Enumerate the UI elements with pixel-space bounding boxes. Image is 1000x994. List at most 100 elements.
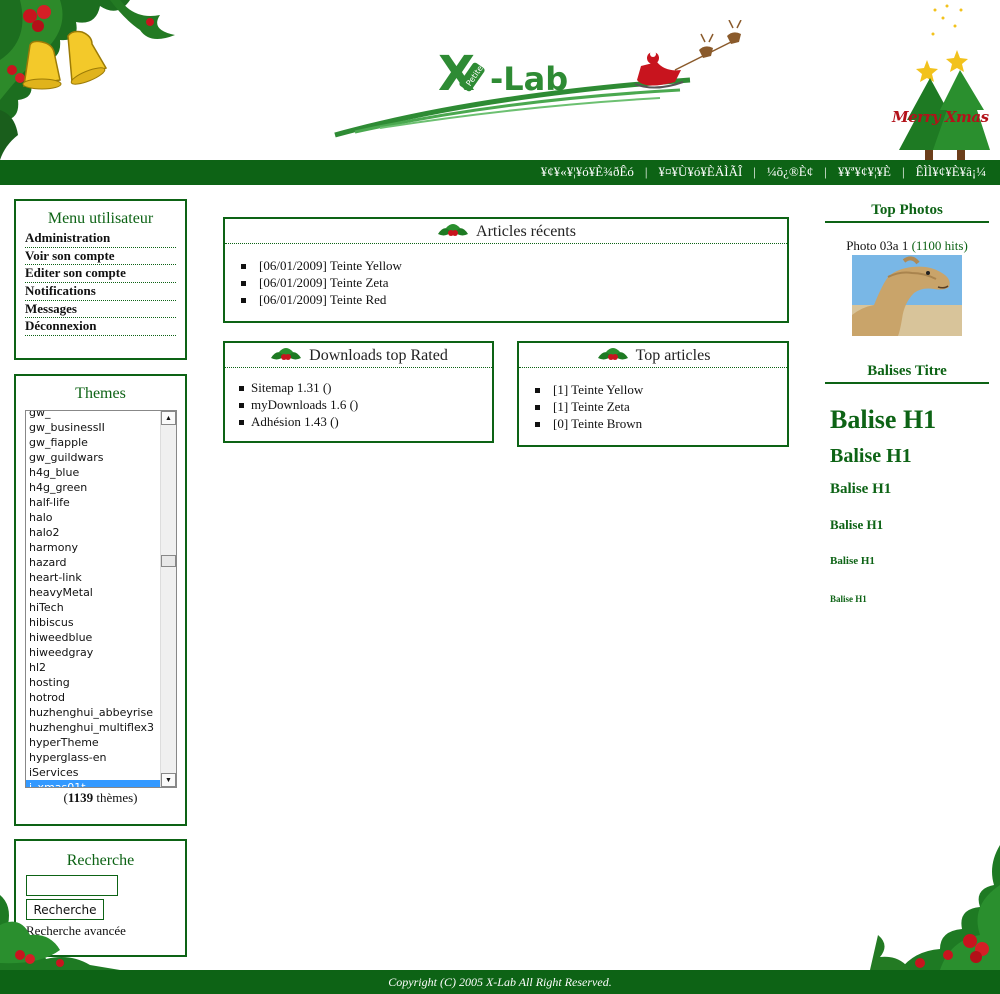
theme-option[interactable]: hibiscus [26, 615, 161, 630]
themes-title: Themes [75, 385, 126, 402]
downloads-top-title: Downloads top Rated [309, 346, 448, 364]
user-menu-block: Menu utilisateur Administration Voir son… [14, 199, 187, 360]
theme-option[interactable]: gw_ [26, 411, 161, 420]
theme-option[interactable]: hiweedgray [26, 645, 161, 660]
menu-item-label[interactable]: Notifications [25, 283, 96, 298]
topnav-item-account[interactable]: ¥¢¥«¥¦¥ó¥È¾ðÊó [541, 164, 634, 180]
svg-text:-Lab: -Lab [490, 60, 568, 98]
site-header: X Petite -Lab Merry Xmas [0, 0, 1000, 160]
top-articles-header: Top articles [519, 343, 787, 368]
downloads-top-list: Sitemap 1.31 () myDownloads 1.6 () Adhés… [237, 379, 492, 430]
theme-option[interactable]: gw_businessII [26, 420, 161, 435]
recent-articles-header: Articles récents [225, 219, 787, 244]
theme-listbox[interactable]: gw_ gw_businessII gw_fiapple gw_guildwars h4… [25, 410, 177, 788]
photo-hits: (1100 hits) [911, 238, 968, 253]
menu-item-edit-account[interactable]: Editer son compte [25, 265, 176, 284]
theme-option[interactable]: iServices [26, 765, 161, 780]
recent-articles-block: Articles récents [06/01/2009] Teinte Yel… [223, 217, 789, 323]
list-item[interactable]: [06/01/2009] Teinte Yellow [239, 257, 787, 274]
list-item[interactable]: [0] Teinte Brown [533, 415, 787, 432]
scroll-up-arrow-icon[interactable]: ▲ [161, 411, 176, 425]
theme-listbox-scrollbar[interactable]: ▲ ▼ [160, 411, 176, 787]
downloads-top-rated-block: Downloads top Rated Sitemap 1.31 () myDo… [223, 341, 494, 443]
top-articles-title: Top articles [635, 346, 711, 364]
menu-item-label[interactable]: Messages [25, 301, 77, 316]
top-nav-list: ¥¢¥«¥¦¥ó¥È¾ðÊó | ¥¤¥Ù¥ó¥ÈÄÌÃÎ | ¼õ¿®È¢ | ¥¥… [540, 164, 986, 180]
scroll-thumb[interactable] [161, 555, 176, 567]
theme-option[interactable]: harmony [26, 540, 161, 555]
top-navigation-bar: ¥¢¥«¥¦¥ó¥È¾ðÊó | ¥¤¥Ù¥ó¥ÈÄÌÃÎ | ¼õ¿®È¢ | ¥¥… [0, 160, 1000, 185]
theme-option[interactable]: heavyMetal [26, 585, 161, 600]
theme-option[interactable]: halo [26, 510, 161, 525]
theme-option[interactable]: halo2 [26, 525, 161, 540]
search-title: Recherche [66, 852, 135, 869]
theme-option[interactable]: huzhenghui_multiflex3 [26, 720, 161, 735]
holly-bottom-left-decoration [0, 895, 120, 970]
theme-option[interactable]: heart-link [26, 570, 161, 585]
heading-sample-h1: Balise H1 [830, 405, 937, 434]
menu-item-logout[interactable]: Déconnexion [25, 318, 176, 337]
photo-caption: Photo 03a 1 (1100 hits) [825, 238, 989, 254]
heading-sample-h3: Balise H1 [830, 481, 892, 497]
photo-caption-name[interactable]: Photo 03a 1 [846, 238, 908, 253]
theme-option[interactable]: hotrod [26, 690, 161, 705]
top-photos-title: Top Photos [825, 202, 989, 223]
list-item[interactable]: Sitemap 1.31 () [237, 379, 492, 396]
theme-option[interactable]: i_xmas01t [26, 780, 161, 787]
site-footer: Copyright (C) 2005 X-Lab All Right Reser… [0, 970, 1000, 994]
themes-count: (1139 thèmes) [63, 790, 138, 805]
theme-option[interactable]: hyperglass-en [26, 750, 161, 765]
holly-icon [271, 348, 302, 360]
theme-option[interactable]: hazard [26, 555, 161, 570]
theme-option[interactable]: hosting [26, 675, 161, 690]
theme-option[interactable]: h4g_green [26, 480, 161, 495]
recent-articles-list: [06/01/2009] Teinte Yellow [06/01/2009] … [239, 257, 787, 308]
theme-option[interactable]: hiweedblue [26, 630, 161, 645]
camel-photo-thumbnail[interactable] [852, 255, 962, 336]
site-logo[interactable]: X Petite -Lab [330, 20, 750, 150]
holly-icon [438, 224, 469, 236]
menu-item-notifications[interactable]: Notifications [25, 283, 176, 301]
theme-options: gw_ gw_businessII gw_fiapple gw_guildwars h4… [26, 411, 161, 787]
menu-item-messages[interactable]: Messages [25, 301, 176, 319]
recent-articles-title: Articles récents [476, 222, 576, 240]
menu-item-label[interactable]: Administration [25, 230, 110, 245]
theme-option[interactable]: gw_guildwars [26, 450, 161, 465]
themes-block: Themes gw_ gw_businessII gw_fiapple gw_guil… [14, 374, 187, 826]
theme-option[interactable]: hyperTheme [26, 735, 161, 750]
list-item[interactable]: [06/01/2009] Teinte Zeta [239, 274, 787, 291]
user-menu-title: Menu utilisateur [47, 210, 154, 227]
list-item[interactable]: Adhésion 1.43 () [237, 413, 492, 430]
merry-xmas-greeting: Merry Xmas [892, 108, 989, 126]
list-item[interactable]: [1] Teinte Yellow [533, 381, 787, 398]
theme-option[interactable]: huzhenghui_abbeyrise [26, 705, 161, 720]
holly-icon [597, 348, 628, 360]
holly-bottom-right-decoration [870, 845, 1000, 970]
theme-option[interactable]: h4g_blue [26, 465, 161, 480]
topnav-item-logout[interactable]: ¥¥ª¥¢¥¦¥È [838, 164, 891, 180]
title-tags-title: Balises Titre [825, 363, 989, 384]
menu-item-administration[interactable]: Administration [25, 230, 176, 248]
theme-option[interactable]: half-life [26, 495, 161, 510]
menu-item-label[interactable]: Voir son compte [25, 248, 115, 263]
scroll-down-arrow-icon[interactable]: ▼ [161, 773, 176, 787]
list-item[interactable]: [06/01/2009] Teinte Red [239, 291, 787, 308]
topnav-item-inbox[interactable]: ¼õ¿®È¢ [767, 164, 813, 180]
menu-item-label[interactable]: Editer son compte [25, 265, 126, 280]
topnav-item-events[interactable]: ¥¤¥Ù¥ó¥ÈÄÌÃÎ [659, 164, 743, 180]
heading-sample-h5: Balise H1 [830, 555, 875, 567]
christmas-tree-decoration [899, 4, 990, 160]
heading-sample-h6: Balise H1 [830, 594, 867, 604]
theme-option[interactable]: hl2 [26, 660, 161, 675]
theme-option[interactable]: hiTech [26, 600, 161, 615]
top-articles-list: [1] Teinte Yellow [1] Teinte Zeta [0] Te… [533, 381, 787, 432]
theme-option[interactable]: gw_fiapple [26, 435, 161, 450]
topnav-item-admin[interactable]: ÊÌÌ¥¢¥È¥â¡¼ [916, 164, 986, 180]
menu-item-view-account[interactable]: Voir son compte [25, 248, 176, 266]
menu-item-label[interactable]: Déconnexion [25, 318, 97, 333]
list-item[interactable]: myDownloads 1.6 () [237, 396, 492, 413]
user-menu-list: Administration Voir son compte Editer so… [25, 230, 176, 337]
list-item[interactable]: [1] Teinte Zeta [533, 398, 787, 415]
downloads-top-header: Downloads top Rated [225, 343, 492, 368]
heading-sample-h2: Balise H1 [830, 445, 912, 467]
